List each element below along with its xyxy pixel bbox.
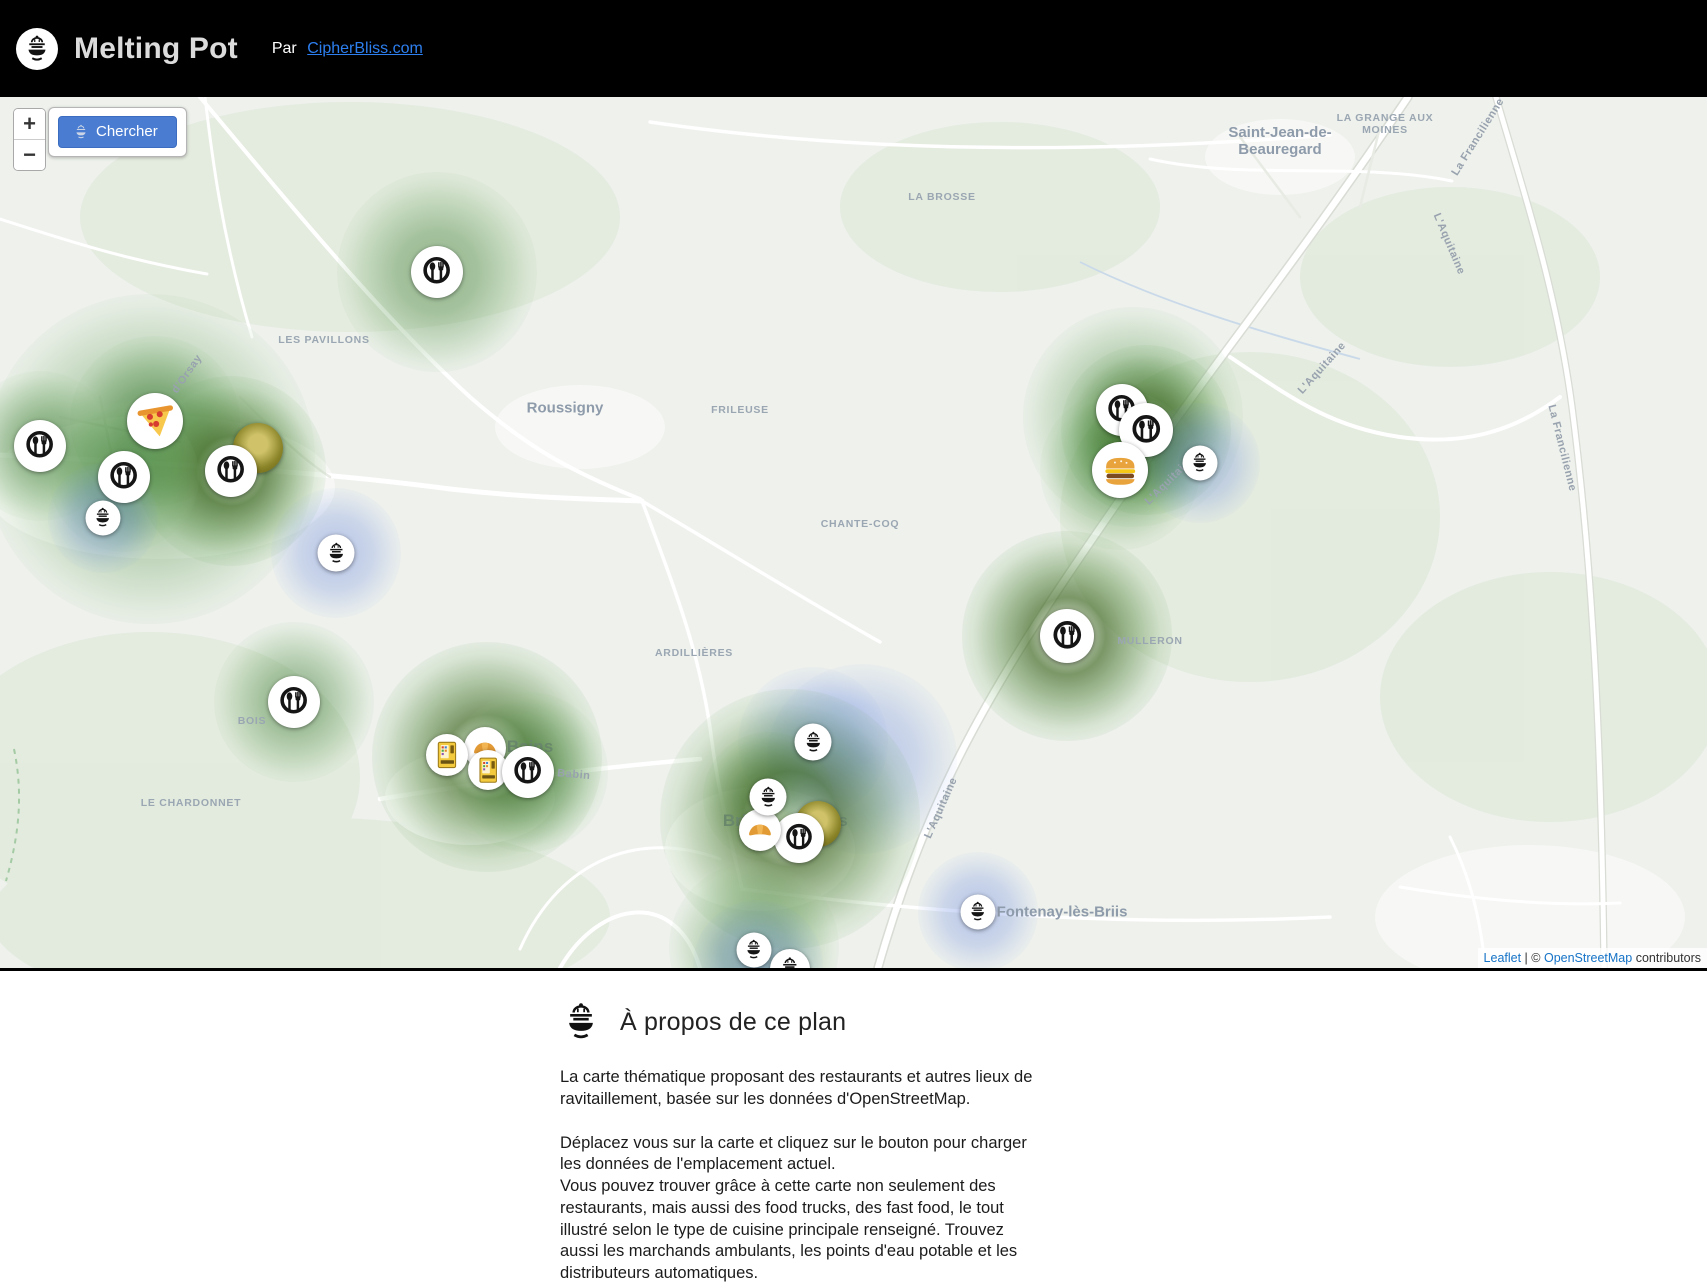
map-road-label: L'Aquitaine (1296, 340, 1349, 397)
map-road-label: La Francilienne (1545, 403, 1578, 492)
map-road-label: L'Aquitaine (922, 776, 960, 841)
app-logo (16, 28, 58, 70)
dish-marker[interactable] (770, 949, 810, 971)
cipherbliss-link[interactable]: CipherBliss.com (307, 40, 423, 57)
attribution-suffix: contributors (1632, 951, 1701, 965)
map-place-label: LA GRANGE AUX MOINES (1337, 112, 1434, 136)
map-place-label: LE CHARDONNET (141, 797, 242, 809)
map-place-label: BOIS (238, 715, 267, 727)
vending-marker[interactable] (426, 734, 468, 776)
croissant-marker[interactable] (739, 809, 781, 851)
map-place-label: LES PAVILLONS (278, 334, 369, 346)
cloche-icon (73, 124, 89, 140)
map-place-label: LA BROSSE (908, 191, 975, 203)
restaurant-marker[interactable] (205, 445, 257, 497)
map-place-label: MULLERON (1117, 635, 1182, 647)
map[interactable]: Saint-Jean-de- BeauregardLA GRANGE AUX M… (0, 97, 1707, 971)
byline: Par CipherBliss.com (272, 40, 423, 58)
search-control: Chercher (48, 107, 187, 157)
dish-marker[interactable] (961, 895, 996, 930)
osm-link[interactable]: OpenStreetMap (1544, 951, 1632, 965)
map-road-label: La Francilienne (1449, 97, 1506, 178)
search-button[interactable]: Chercher (58, 116, 177, 148)
map-road-label: d'Orsay (169, 352, 204, 395)
about-paragraph-2: Déplacez vous sur la carte et cliquez su… (560, 1133, 1038, 1177)
dish-marker[interactable] (86, 501, 121, 536)
pizza-marker[interactable] (127, 393, 183, 449)
restaurant-marker[interactable] (1040, 609, 1094, 663)
about-paragraph-1: La carte thématique proposant des restau… (560, 1067, 1038, 1111)
restaurant-marker[interactable] (268, 676, 320, 728)
restaurant-marker[interactable] (14, 420, 66, 472)
zoom-control: + − (13, 108, 46, 171)
cloche-icon (560, 1001, 602, 1043)
map-place-label: Fontenay-lès-Briis (997, 903, 1128, 920)
byline-prefix: Par (272, 40, 297, 57)
about-heading: À propos de ce plan (620, 1008, 846, 1037)
app-header: Melting Pot Par CipherBliss.com (0, 0, 1707, 97)
search-button-label: Chercher (96, 123, 158, 140)
leaflet-link[interactable]: Leaflet (1484, 951, 1522, 965)
about-paragraph-3: Vous pouvez trouver grâce à cette carte … (560, 1176, 1038, 1285)
map-place-label: CHANTE-COQ (821, 518, 900, 530)
zoom-out-button[interactable]: − (14, 140, 45, 170)
page-title: Melting Pot (74, 32, 238, 66)
zoom-in-button[interactable]: + (14, 109, 45, 140)
map-dynamic-layer: Saint-Jean-de- BeauregardLA GRANGE AUX M… (0, 97, 1707, 968)
map-place-label: FRILEUSE (711, 404, 769, 416)
map-place-label: Saint-Jean-de- Beauregard (1228, 124, 1331, 159)
dish-marker[interactable] (750, 779, 787, 816)
map-place-label: ARDILLIÈRES (655, 647, 733, 659)
map-attribution: Leaflet | © OpenStreetMap contributors (1478, 948, 1707, 968)
map-road-label: L'Aquitaine (1431, 212, 1468, 277)
restaurant-marker[interactable] (411, 246, 463, 298)
attribution-separator: | © (1521, 951, 1544, 965)
dish-marker[interactable] (795, 724, 832, 761)
dish-marker[interactable] (1183, 446, 1218, 481)
cloche-icon (22, 34, 52, 64)
restaurant-marker[interactable] (774, 813, 824, 863)
dish-marker[interactable] (318, 535, 355, 572)
burger-marker[interactable] (1092, 442, 1148, 498)
restaurant-marker[interactable] (98, 451, 150, 503)
restaurant-marker[interactable] (502, 746, 554, 798)
about-section: À propos de ce plan La carte thématique … (560, 971, 1038, 1285)
map-place-label: Roussigny (527, 399, 604, 416)
dish-marker[interactable] (737, 933, 772, 968)
